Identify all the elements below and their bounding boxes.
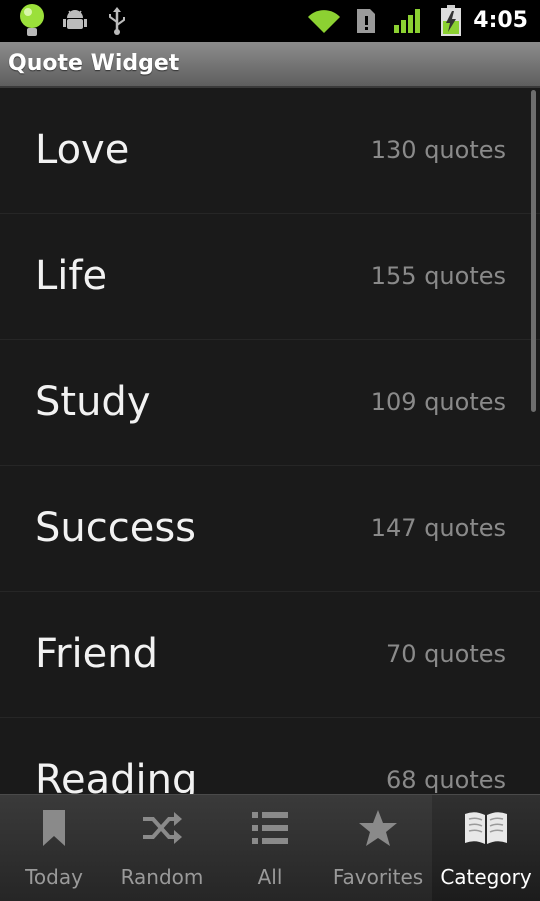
status-clock: 4:05 (473, 8, 528, 33)
quote-count: 155 quotes (370, 262, 506, 290)
tab-favorites[interactable]: Favorites (324, 795, 432, 901)
list-item[interactable]: Life 155 quotes (0, 214, 540, 340)
sim-card-icon (354, 0, 378, 42)
quote-count: 70 quotes (386, 640, 506, 668)
category-name: Success (35, 505, 197, 551)
scrollbar[interactable] (531, 90, 536, 412)
category-name: Study (35, 379, 151, 425)
list-item[interactable]: Friend 70 quotes (0, 592, 540, 718)
tab-category[interactable]: Category (432, 795, 540, 901)
category-name: Love (35, 127, 130, 173)
tab-today[interactable]: Today (0, 795, 108, 901)
tab-label: Category (440, 865, 532, 889)
list-item[interactable]: Study 109 quotes (0, 340, 540, 466)
list-item[interactable]: Success 147 quotes (0, 466, 540, 592)
quote-count: 68 quotes (386, 766, 506, 794)
tab-label: Today (25, 865, 83, 889)
quote-count: 147 quotes (370, 514, 506, 542)
usb-icon (104, 0, 130, 42)
book-icon (432, 805, 540, 851)
android-debug-icon (60, 0, 90, 42)
tab-all[interactable]: All (216, 795, 324, 901)
shuffle-icon (108, 805, 216, 851)
list-icon (216, 805, 324, 851)
battery-charging-icon (438, 0, 464, 42)
category-name: Reading (35, 757, 198, 794)
status-bar: 4:05 (0, 0, 540, 42)
tab-random[interactable]: Random (108, 795, 216, 901)
wifi-icon (306, 0, 342, 42)
tab-label: Random (120, 865, 204, 889)
list-item[interactable]: Love 130 quotes (0, 88, 540, 214)
title-bar: Quote Widget (0, 42, 540, 88)
quote-count: 109 quotes (370, 388, 506, 416)
lightbulb-icon (14, 0, 50, 42)
bookmark-icon (0, 805, 108, 851)
category-name: Friend (35, 631, 159, 677)
app-title: Quote Widget (8, 51, 180, 76)
quote-count: 130 quotes (370, 136, 506, 164)
tab-label: All (257, 865, 283, 889)
category-name: Life (35, 253, 108, 299)
category-list[interactable]: Love 130 quotes Life 155 quotes Study 10… (0, 88, 540, 794)
star-icon (324, 805, 432, 851)
tab-label: Favorites (332, 865, 424, 889)
bottom-tab-bar: Today Random All Favorites Category (0, 794, 540, 901)
signal-bars-icon (392, 0, 424, 42)
list-item[interactable]: Reading 68 quotes (0, 718, 540, 794)
